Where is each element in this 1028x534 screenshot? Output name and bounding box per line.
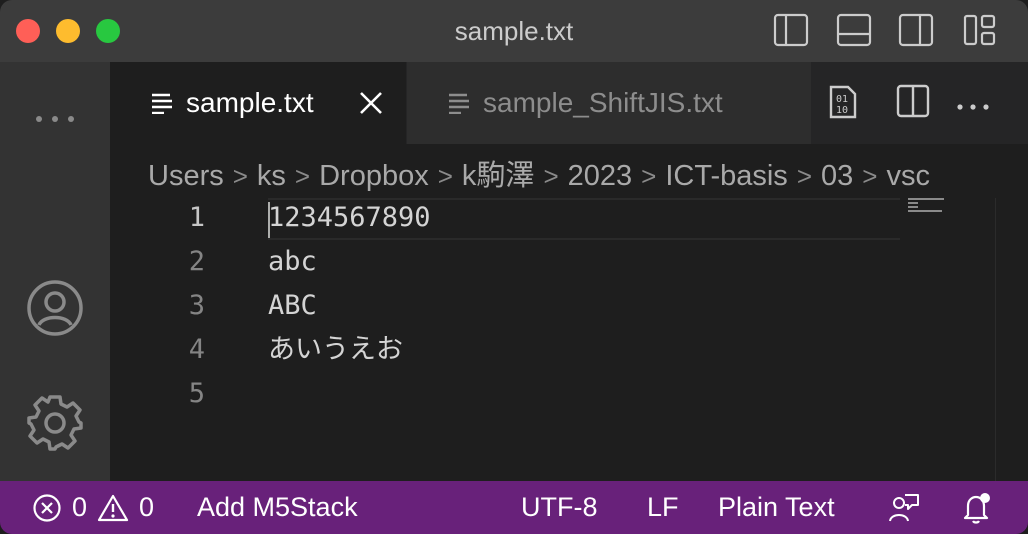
line-number: 5	[188, 378, 205, 409]
breadcrumb: Users > ks > Dropbox > k駒澤 >2023 > ICT-basis >03 > v…	[148, 152, 1028, 192]
breadcrumb-item[interactable]: ks	[257, 160, 286, 192]
error-count: 0	[72, 492, 88, 522]
text-file-icon	[447, 92, 471, 114]
line-number: 4	[188, 334, 205, 365]
close-icon[interactable]	[358, 90, 384, 121]
problems-indicator[interactable]: 0 0	[32, 481, 154, 534]
line-number: 2	[188, 246, 205, 277]
vertical-scrollbar[interactable]	[995, 198, 996, 481]
breadcrumb-item[interactable]: Dropbox	[319, 160, 429, 192]
split-editor-icon[interactable]	[896, 84, 930, 123]
activity-bar	[0, 62, 110, 481]
line-text[interactable]: あいうえお	[268, 328, 403, 372]
bell-icon[interactable]	[960, 481, 994, 534]
svg-text:10: 10	[836, 105, 848, 116]
more-icon[interactable]	[0, 102, 110, 136]
text-file-icon	[150, 92, 174, 114]
code-line[interactable]: 5	[110, 372, 890, 416]
text-cursor	[268, 202, 270, 238]
line-number: 3	[188, 290, 205, 321]
chevron-right-icon: >	[294, 161, 311, 191]
breadcrumb-item[interactable]: Users	[148, 160, 224, 192]
open-binary-icon[interactable]: 01 10	[828, 84, 858, 125]
breadcrumb-item[interactable]: 2023	[568, 160, 633, 192]
breadcrumb-item[interactable]: k駒澤	[462, 160, 535, 192]
encoding-selector[interactable]: UTF-8	[521, 481, 598, 534]
svg-text:01: 01	[836, 94, 848, 105]
tab-label: sample_ShiftJIS.txt	[483, 87, 723, 118]
warning-count: 0	[139, 492, 155, 522]
toggle-primary-sidebar-icon[interactable]	[773, 13, 809, 47]
toggle-secondary-sidebar-icon[interactable]	[898, 13, 934, 47]
chevron-right-icon: >	[796, 161, 812, 191]
window-title: sample.txt	[454, 16, 574, 46]
warning-icon	[97, 493, 129, 523]
title-bar: sample.txt	[0, 0, 1028, 62]
toggle-panel-icon[interactable]	[836, 13, 872, 47]
language-mode-selector[interactable]: Plain Text	[718, 481, 835, 534]
eol-selector[interactable]: LF	[647, 481, 679, 534]
chevron-right-icon: >	[232, 161, 248, 191]
tab-sample-shiftjis-txt[interactable]: sample_ShiftJIS.txt	[407, 62, 811, 144]
error-icon	[32, 493, 62, 523]
add-m5stack-button[interactable]: Add M5Stack	[197, 481, 358, 534]
line-number: 1	[188, 202, 205, 233]
tab-label: sample.txt	[186, 87, 314, 118]
line-text[interactable]: ABC	[268, 284, 317, 328]
line-text[interactable]: abc	[268, 240, 317, 284]
breadcrumb-item[interactable]: 03	[821, 160, 853, 192]
code-line[interactable]: 1 1234567890	[110, 196, 890, 240]
tab-sample-txt[interactable]: sample.txt	[110, 62, 406, 144]
code-line[interactable]: 4 あいうえお	[110, 328, 890, 372]
account-icon[interactable]	[0, 278, 110, 338]
status-bar: 0 0 Add M5Stack UTF-8 LF Plain Text	[0, 481, 1028, 534]
chevron-right-icon: >	[437, 161, 453, 191]
breadcrumb-item[interactable]: vsc	[886, 160, 930, 192]
chevron-right-icon: >	[862, 161, 878, 191]
breadcrumb-item[interactable]: ICT-basis	[665, 160, 787, 192]
chevron-right-icon: >	[543, 161, 559, 191]
minimap[interactable]	[908, 198, 958, 228]
settings-gear-icon[interactable]	[0, 392, 110, 454]
more-actions-icon[interactable]	[956, 98, 990, 116]
text-editor[interactable]: 1 1234567890 2 abc 3 ABC 4 あいうえお 5	[110, 196, 1028, 481]
code-line[interactable]: 2 abc	[110, 240, 890, 284]
feedback-icon[interactable]	[888, 481, 920, 534]
code-line[interactable]: 3 ABC	[110, 284, 890, 328]
editor-tab-bar: sample.txt sample_ShiftJIS.txt 01 10	[110, 62, 1028, 144]
line-text[interactable]: 1234567890	[268, 196, 431, 240]
customize-layout-icon[interactable]	[962, 13, 998, 47]
chevron-right-icon: >	[641, 161, 657, 191]
